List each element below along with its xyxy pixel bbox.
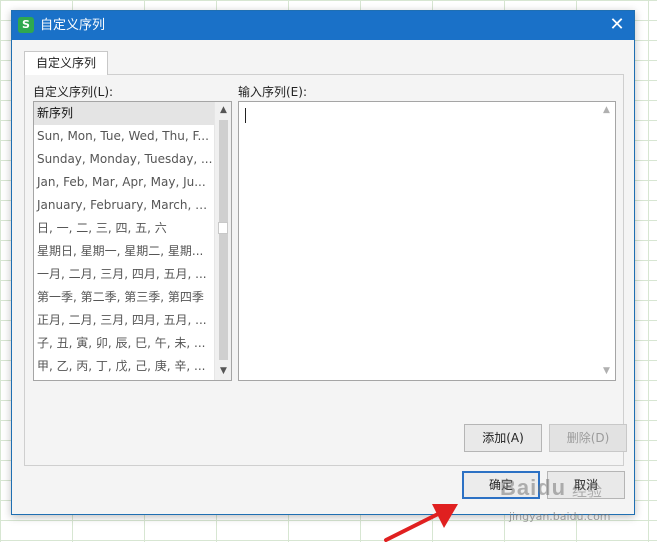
list-item[interactable]: 新序列 (34, 102, 214, 125)
delete-button[interactable]: 删除(D) (549, 424, 627, 452)
chevron-down-icon[interactable]: ▼ (598, 363, 615, 380)
listbox-scrollbar[interactable]: ▲ ▼ (214, 102, 231, 380)
list-item[interactable]: 子, 丑, 寅, 卯, 辰, 巳, 午, 未, ... (34, 332, 214, 355)
text-caret (245, 108, 246, 123)
add-button[interactable]: 添加(A) (464, 424, 542, 452)
watermark-url: jingyan.baidu.com (509, 510, 611, 523)
tab-custom-lists[interactable]: 自定义序列 (24, 51, 108, 75)
list-entries-textarea[interactable]: ▲ ▼ (238, 101, 616, 381)
list-item[interactable]: Sun, Mon, Tue, Wed, Thu, F... (34, 125, 214, 148)
list-item[interactable]: January, February, March, A... (34, 194, 214, 217)
annotation-arrow (384, 504, 458, 542)
watermark-text: 经验 (572, 482, 603, 500)
dialog-titlebar[interactable]: 自定义序列 ✕ (12, 11, 634, 40)
scrollbar-track[interactable] (219, 120, 228, 360)
input-entries-label: 输入序列(E): (238, 85, 307, 99)
list-item[interactable]: 日, 一, 二, 三, 四, 五, 六 (34, 217, 214, 240)
wps-spreadsheet-icon (18, 17, 34, 33)
list-item[interactable]: 星期日, 星期一, 星期二, 星期... (34, 240, 214, 263)
custom-lists-label: 自定义序列(L): (33, 85, 114, 99)
textarea-scrollbar[interactable]: ▲ ▼ (598, 102, 615, 380)
custom-lists-listbox[interactable]: 新序列 Sun, Mon, Tue, Wed, Thu, F... Sunday, … (33, 101, 232, 381)
list-item[interactable]: Sunday, Monday, Tuesday, ... (34, 148, 214, 171)
chevron-up-icon[interactable]: ▲ (215, 102, 231, 119)
dialog-title: 自定义序列 (40, 18, 106, 33)
tab-panel: 自定义序列(L): 输入序列(E): 新序列 Sun, Mon, Tue, Wed… (24, 74, 627, 466)
list-items: 新序列 Sun, Mon, Tue, Wed, Thu, F... Sunday, … (34, 102, 214, 378)
list-item[interactable]: 第一季, 第二季, 第三季, 第四季 (34, 286, 214, 309)
list-item[interactable]: 甲, 乙, 丙, 丁, 戊, 己, 庚, 辛, ... (34, 355, 214, 378)
chevron-down-icon[interactable]: ▼ (215, 363, 231, 380)
custom-lists-dialog: 自定义序列 ✕ 自定义序列 自定义序列(L): 输入序列(E): 新序列Sun,… (11, 10, 635, 515)
scrollbar-thumb[interactable] (218, 222, 228, 234)
watermark-logo: Baidu (500, 475, 567, 500)
close-icon[interactable]: ✕ (604, 13, 630, 37)
list-item[interactable]: 正月, 二月, 三月, 四月, 五月, ... (34, 309, 214, 332)
list-item[interactable]: 一月, 二月, 三月, 四月, 五月, ... (34, 263, 214, 286)
list-item[interactable]: Jan, Feb, Mar, Apr, May, Ju... (34, 171, 214, 194)
chevron-up-icon[interactable]: ▲ (598, 102, 615, 119)
